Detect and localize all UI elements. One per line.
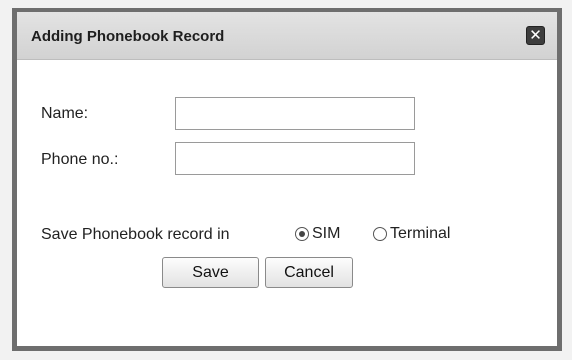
phone-field[interactable] [175, 142, 415, 175]
radio-terminal-button[interactable] [373, 227, 387, 241]
save-button[interactable]: Save [162, 257, 259, 288]
radio-terminal-option[interactable]: Terminal [373, 225, 450, 243]
close-icon[interactable]: ✕ [526, 26, 545, 45]
dialog-title: Adding Phonebook Record [31, 28, 225, 45]
name-label: Name: [41, 105, 89, 122]
radio-sim-button[interactable] [295, 227, 309, 241]
add-phonebook-dialog: Adding Phonebook Record ✕ Name: Phone no… [12, 8, 562, 351]
cancel-button[interactable]: Cancel [265, 257, 353, 288]
dialog-titlebar: Adding Phonebook Record ✕ [17, 12, 557, 60]
radio-terminal-label: Terminal [390, 225, 451, 242]
phone-label: Phone no.: [41, 151, 119, 168]
radio-sim-option[interactable]: SIM [295, 225, 340, 243]
radio-sim-label: SIM [312, 225, 341, 242]
save-location-label: Save Phonebook record in [41, 226, 230, 243]
name-field[interactable] [175, 97, 415, 130]
